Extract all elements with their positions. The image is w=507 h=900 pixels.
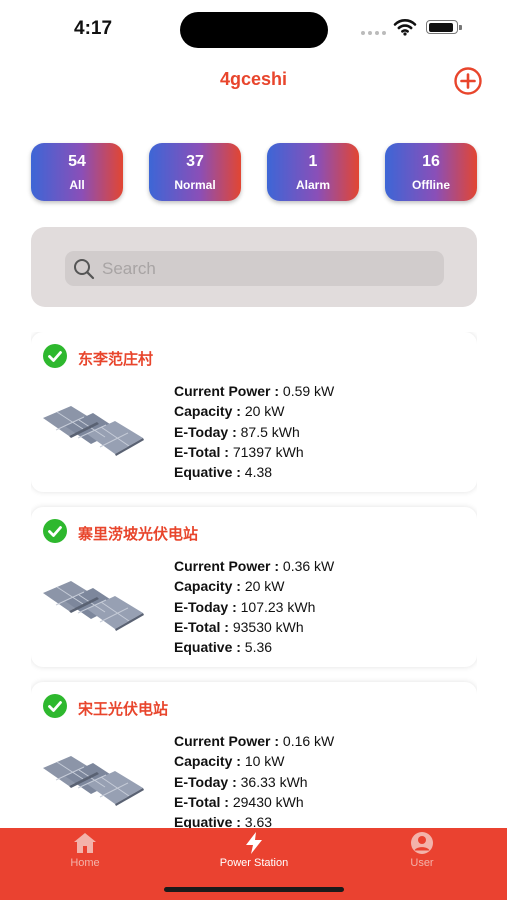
equative-label: Equative :	[174, 814, 241, 828]
station-name: 宋王光伏电站	[78, 701, 169, 718]
status-filter-bar: 54 All 37 Normal 1 Alarm 16 Offline	[31, 143, 477, 201]
filter-normal-count: 37	[186, 153, 204, 170]
equative-row: Equative : 3.63	[174, 812, 334, 828]
status-bar: 4:17	[0, 0, 507, 58]
current-power-label: Current Power :	[174, 558, 280, 574]
tab-power-station-label: Power Station	[219, 857, 289, 869]
current-power-row: Current Power : 0.36 kW	[174, 556, 334, 576]
current-power-label: Current Power :	[174, 733, 280, 749]
tab-user[interactable]: User	[392, 828, 452, 900]
e-today-value: 36.33 kWh	[240, 773, 308, 790]
tab-home-label: Home	[70, 857, 100, 869]
station-name: 东李范庄村	[78, 351, 154, 368]
check-circle-icon	[43, 519, 67, 543]
equative-value: 3.63	[244, 814, 273, 828]
search-icon	[74, 259, 95, 280]
e-total-label: E-Total :	[174, 793, 229, 810]
equative-row: Equative : 5.36	[174, 637, 334, 657]
e-total-value: 29430 kWh	[232, 793, 304, 810]
current-power-label: Current Power :	[174, 383, 280, 399]
e-today-value: 107.23 kWh	[240, 598, 316, 615]
filter-offline-count: 16	[422, 153, 440, 170]
e-total-row: E-Total : 71397 kWh	[174, 442, 334, 462]
e-total-label: E-Total :	[174, 443, 229, 460]
user-icon	[411, 832, 433, 854]
capacity-value: 20 kW	[244, 403, 285, 420]
current-power-value: 0.16 kW	[282, 733, 335, 749]
search-input[interactable]: Search	[65, 251, 444, 286]
filter-alarm-label: Alarm	[295, 178, 330, 192]
e-today-row: E-Today : 87.5 kWh	[174, 422, 334, 442]
current-power-value: 0.59 kW	[282, 383, 335, 399]
home-indicator	[164, 887, 344, 892]
equative-label: Equative :	[174, 464, 241, 481]
page-title: 4gceshi	[219, 69, 288, 89]
wifi-icon	[393, 19, 417, 36]
filter-all-button[interactable]: 54 All	[31, 143, 123, 201]
capacity-label: Capacity :	[174, 403, 241, 420]
home-icon	[74, 833, 96, 853]
equative-value: 5.36	[244, 639, 273, 656]
e-total-value: 71397 kWh	[232, 443, 304, 460]
e-today-value: 87.5 kWh	[240, 423, 300, 440]
e-total-row: E-Total : 93530 kWh	[174, 617, 334, 637]
filter-all-label: All	[69, 178, 85, 192]
capacity-row: Capacity : 20 kW	[174, 401, 334, 421]
e-total-value: 93530 kWh	[232, 618, 304, 635]
e-today-label: E-Today :	[174, 773, 237, 790]
capacity-value: 10 kW	[244, 753, 285, 770]
station-name: 寨里涝坡光伏电站	[78, 526, 199, 543]
battery-icon	[426, 20, 462, 34]
lightning-icon	[246, 832, 262, 854]
capacity-row: Capacity : 20 kW	[174, 576, 334, 596]
search-panel: Search	[31, 227, 477, 307]
tab-user-label: User	[410, 857, 434, 869]
station-details: Current Power : 0.36 kW Capacity : 20 kW…	[174, 556, 334, 657]
filter-alarm-count: 1	[308, 153, 318, 170]
e-today-row: E-Today : 36.33 kWh	[174, 772, 334, 792]
check-circle-icon	[43, 694, 67, 718]
capacity-label: Capacity :	[174, 578, 241, 595]
current-power-row: Current Power : 0.59 kW	[174, 381, 334, 401]
solar-panel-image	[43, 756, 144, 806]
dynamic-island	[180, 12, 328, 48]
check-circle-icon	[43, 344, 67, 368]
station-card[interactable]: 寨里涝坡光伏电站 Current Power : 0.36 kW Capacit…	[31, 507, 477, 667]
filter-all-count: 54	[68, 153, 86, 170]
e-today-row: E-Today : 107.23 kWh	[174, 597, 334, 617]
e-total-label: E-Total :	[174, 618, 229, 635]
cellular-signal-icon	[361, 31, 386, 35]
filter-offline-label: Offline	[412, 178, 450, 192]
filter-normal-button[interactable]: 37 Normal	[149, 143, 241, 201]
station-card[interactable]: 宋王光伏电站 Current Power : 0.16 kW Capacity …	[31, 682, 477, 828]
filter-normal-label: Normal	[174, 178, 216, 192]
capacity-row: Capacity : 10 kW	[174, 751, 334, 771]
station-details: Current Power : 0.59 kW Capacity : 20 kW…	[174, 381, 334, 482]
solar-panel-image	[43, 581, 144, 631]
station-list: 东李范庄村 Current Power : 0.59 kW Capacity :…	[31, 332, 477, 828]
filter-offline-button[interactable]: 16 Offline	[385, 143, 477, 201]
search-placeholder: Search	[102, 259, 156, 278]
equative-label: Equative :	[174, 639, 241, 656]
solar-panel-image	[43, 406, 144, 456]
station-details: Current Power : 0.16 kW Capacity : 10 kW…	[174, 731, 334, 828]
e-today-label: E-Today :	[174, 598, 237, 615]
e-total-row: E-Total : 29430 kWh	[174, 792, 334, 812]
filter-alarm-button[interactable]: 1 Alarm	[267, 143, 359, 201]
current-power-row: Current Power : 0.16 kW	[174, 731, 334, 751]
tab-home[interactable]: Home	[55, 828, 115, 900]
plus-circle-icon[interactable]	[453, 66, 483, 96]
capacity-value: 20 kW	[244, 578, 285, 595]
e-today-label: E-Today :	[174, 423, 237, 440]
status-time: 4:17	[74, 18, 113, 39]
current-power-value: 0.36 kW	[282, 558, 335, 574]
equative-row: Equative : 4.38	[174, 462, 334, 482]
capacity-label: Capacity :	[174, 753, 241, 770]
station-card[interactable]: 东李范庄村 Current Power : 0.59 kW Capacity :…	[31, 332, 477, 492]
equative-value: 4.38	[244, 464, 273, 481]
